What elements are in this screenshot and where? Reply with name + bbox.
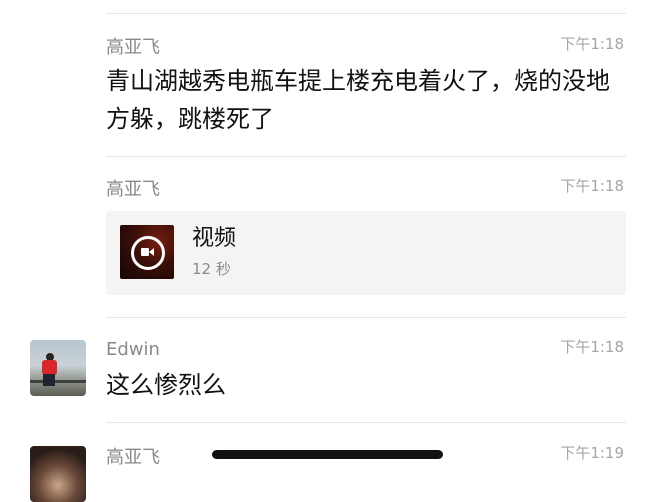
- message-timestamp: 下午1:18: [560, 177, 624, 195]
- message-divider: [106, 422, 626, 423]
- message-timestamp: 下午1:19: [560, 444, 624, 462]
- video-duration: 12 秒: [192, 260, 231, 278]
- chat-message-list[interactable]: 高亚飞 下午1:18 青山湖越秀电瓶车提上楼充电着火了，烧的没地方躲，跳楼死了 …: [0, 0, 651, 502]
- message-text[interactable]: 青山湖越秀电瓶车提上楼充电着火了，烧的没地方躲，跳楼死了: [106, 62, 621, 138]
- message-divider: [106, 317, 626, 318]
- avatar[interactable]: [30, 446, 86, 502]
- sender-name[interactable]: 高亚飞: [106, 447, 160, 469]
- message-timestamp: 下午1:18: [560, 338, 624, 356]
- video-thumbnail[interactable]: [120, 225, 174, 279]
- home-indicator-bar[interactable]: [212, 450, 443, 459]
- message-divider: [106, 13, 626, 14]
- video-message-card[interactable]: 视频 12 秒: [106, 211, 626, 295]
- video-title: 视频: [192, 226, 237, 251]
- sender-name[interactable]: 高亚飞: [106, 179, 160, 201]
- message-divider: [106, 156, 626, 157]
- sender-name[interactable]: Edwin: [106, 339, 160, 361]
- message-timestamp: 下午1:18: [560, 35, 624, 53]
- sender-name[interactable]: 高亚飞: [106, 37, 160, 59]
- avatar[interactable]: [30, 340, 86, 396]
- message-text[interactable]: 这么惨烈么: [106, 366, 621, 404]
- video-camera-icon: [131, 236, 165, 270]
